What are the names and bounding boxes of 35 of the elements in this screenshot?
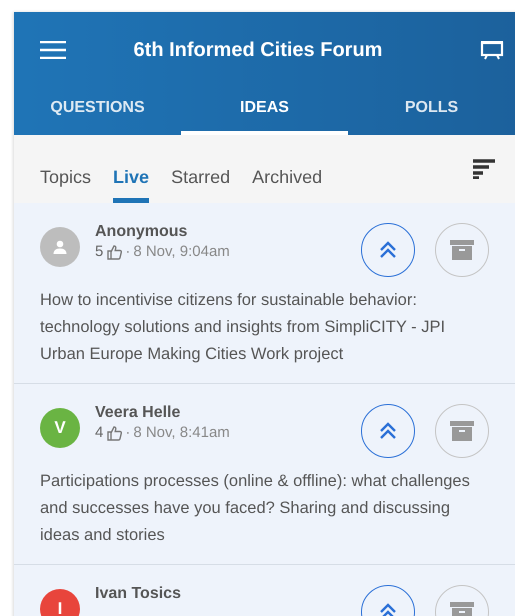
- double-chevron-up-icon: [378, 421, 398, 441]
- tab[interactable]: QUESTIONS: [14, 88, 181, 135]
- menu-icon[interactable]: [40, 41, 66, 59]
- avatar: V: [40, 408, 80, 448]
- post-time: 8 Nov, 9:04am: [133, 243, 230, 260]
- event-title: 6th Informed Cities Forum: [132, 38, 384, 62]
- person-icon: [52, 239, 68, 255]
- author-name: Anonymous: [95, 223, 188, 241]
- separator-dot: ·: [125, 243, 130, 260]
- tab[interactable]: IDEAS: [181, 88, 348, 135]
- thumbs-up-icon: [106, 244, 122, 260]
- filter-tab[interactable]: Archived: [252, 135, 322, 203]
- idea-text: How to incentivise citizens for sustainable behavior: technology solutions and insights from SimpliCITY - JPI Urban Europe Making Cities Work project: [40, 290, 446, 365]
- author-name: Veera Helle: [95, 404, 182, 422]
- avatar: I: [40, 589, 80, 616]
- sort-icon[interactable]: [473, 159, 495, 179]
- archive-box-icon: [450, 240, 474, 260]
- archive-button[interactable]: [435, 223, 489, 277]
- like-count: 5: [95, 243, 104, 260]
- double-chevron-up-icon: [378, 602, 398, 616]
- upvote-button[interactable]: [361, 223, 415, 277]
- author-name: Ivan Tosics: [95, 585, 182, 603]
- upvote-button[interactable]: [361, 404, 415, 458]
- filter-tab[interactable]: Topics: [40, 135, 92, 203]
- archive-button[interactable]: [435, 404, 489, 458]
- like-count: 4: [95, 424, 104, 441]
- archive-box-icon: [450, 421, 474, 441]
- idea-text: Participations processes (online & offline): what challenges and successes have you faced? Sharing and discussing ideas and stories: [40, 471, 471, 546]
- post-time: 8 Nov, 8:41am: [133, 424, 230, 441]
- separator-dot: ·: [125, 424, 130, 441]
- tab[interactable]: POLLS: [348, 88, 515, 135]
- filter-tab[interactable]: Starred: [171, 135, 230, 203]
- thumbs-up-icon: [106, 424, 122, 440]
- double-chevron-up-icon: [378, 240, 398, 260]
- presentation-screen-icon[interactable]: [480, 40, 504, 60]
